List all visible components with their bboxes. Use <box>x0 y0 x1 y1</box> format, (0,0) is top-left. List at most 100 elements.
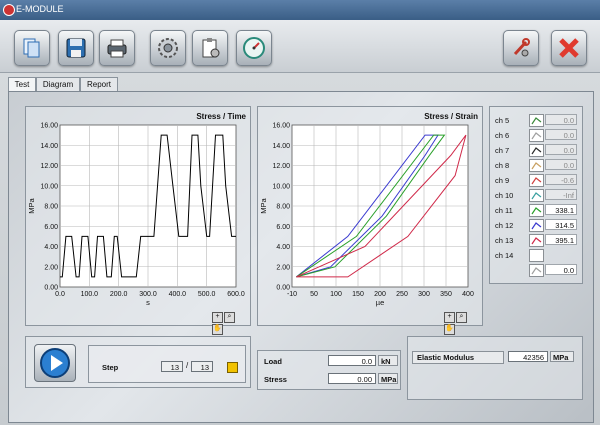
step-separator: / <box>186 361 189 370</box>
y-tick-label: 6.00 <box>44 224 58 231</box>
channel-curve-swatch-icon[interactable] <box>529 129 544 142</box>
elastic-modulus-value: 42356 <box>508 351 548 362</box>
channel-label: ch 9 <box>495 176 510 185</box>
elastic-modulus-label-box: Elastic Modulus <box>412 351 504 364</box>
channel-curve-swatch-icon[interactable] <box>529 159 544 172</box>
channel-curve-swatch-icon[interactable] <box>529 204 544 217</box>
stress-unit: MPa <box>378 373 398 384</box>
y-axis-label: MPa <box>27 197 36 213</box>
wrench-settings-icon <box>513 38 530 57</box>
channel-curve-swatch-icon[interactable] <box>529 249 544 262</box>
test-settings-button[interactable] <box>192 30 228 66</box>
gauge-icon <box>243 37 265 59</box>
window-title: E-MODULE <box>16 4 64 14</box>
tab-diagram[interactable]: Diagram <box>36 77 80 91</box>
channel-row[interactable]: ch 11 338.1 <box>490 203 590 217</box>
channel-value: -0.6 <box>545 174 577 185</box>
exit-button[interactable] <box>551 30 587 66</box>
documents-button[interactable] <box>14 30 50 66</box>
channel-curve-swatch-icon[interactable] <box>529 264 544 277</box>
documents-icon <box>23 38 40 58</box>
readout-panel: Load 0.0 kN Stress 0.00 MPa <box>257 350 401 390</box>
y-tick-label: 2.00 <box>276 264 290 271</box>
y-tick-label: 10.00 <box>40 183 58 190</box>
y-tick-label: 14.00 <box>272 143 290 150</box>
x-tick-label: 400.0 <box>169 291 187 298</box>
channel-curve-swatch-icon[interactable] <box>529 189 544 202</box>
x-tick-label: 200.0 <box>110 291 128 298</box>
channel-label: ch 6 <box>495 131 510 140</box>
status-led <box>227 362 238 373</box>
channel-label: ch 7 <box>495 146 510 155</box>
channel-row[interactable]: ch 5 0.0 <box>490 113 590 127</box>
channel-value: 0.0 <box>545 144 577 155</box>
x-tick-label: -10 <box>287 291 297 298</box>
x-tick-label: 500.0 <box>198 291 216 298</box>
channel-row[interactable]: 0.0 <box>490 263 590 277</box>
channel-value: 0.0 <box>545 114 577 125</box>
load-value: 0.0 <box>328 355 376 366</box>
title-bar: E-MODULE <box>0 0 600 20</box>
stress-time-panel: Stress / Time 0.0 100.0 200.0 300.0 400.0 500… <box>25 106 251 335</box>
channel-curve-swatch-icon[interactable] <box>529 144 544 157</box>
y-tick-label: 16.00 <box>40 123 58 130</box>
y-tick-label: 4.00 <box>44 244 58 251</box>
settings-button[interactable] <box>150 30 186 66</box>
x-tick-label: 250 <box>396 291 408 298</box>
tab-report[interactable]: Report <box>80 77 118 91</box>
y-tick-label: 0.00 <box>276 285 290 292</box>
channel-curve-swatch-icon[interactable] <box>529 174 544 187</box>
channel-label: ch 8 <box>495 161 510 170</box>
save-button[interactable] <box>58 30 94 66</box>
y-axis-label: MPa <box>259 197 268 213</box>
y-tick-label: 0.00 <box>44 285 58 292</box>
clipboard-settings-icon <box>202 38 220 58</box>
step-current-field: 13 <box>161 361 183 372</box>
channel-value: 338.1 <box>545 204 577 215</box>
x-tick-label: 400 <box>462 291 474 298</box>
x-tick-label: 200 <box>374 291 386 298</box>
x-tick-label: 100.0 <box>81 291 99 298</box>
channel-row[interactable]: ch 10 -Inf <box>490 188 590 202</box>
x-tick-label: 100 <box>330 291 342 298</box>
printer-icon <box>107 39 127 58</box>
y-tick-label: 12.00 <box>272 163 290 170</box>
stress-time-zoom-tools[interactable]: + ⌕✋ <box>212 311 244 335</box>
channel-curve-swatch-icon[interactable] <box>529 219 544 232</box>
step-group: Step 13 / 13 <box>88 345 246 383</box>
channel-label: ch 11 <box>495 206 513 215</box>
print-button[interactable] <box>99 30 135 66</box>
channel-row[interactable]: ch 8 0.0 <box>490 158 590 172</box>
stress-time-chart: 0.0 100.0 200.0 300.0 400.0 500.0 600.0 0.00 2.0… <box>27 123 245 308</box>
channel-label: ch 5 <box>495 116 510 125</box>
x-tick-label: 300 <box>418 291 430 298</box>
channel-row[interactable]: ch 14 <box>490 248 590 262</box>
start-button[interactable] <box>34 344 76 382</box>
y-tick-label: 16.00 <box>272 123 290 130</box>
stress-value: 0.00 <box>328 373 376 384</box>
channel-value: 314.5 <box>545 219 577 230</box>
channel-row[interactable]: ch 12 314.5 <box>490 218 590 232</box>
channel-row[interactable]: ch 13 395.1 <box>490 233 590 247</box>
stress-strain-zoom-tools[interactable]: + ⌕✋ <box>444 311 476 335</box>
x-tick-label: 50 <box>310 291 318 298</box>
x-axis-label: µe <box>376 298 385 307</box>
channel-list: ch 5 0.0 ch 6 0.0 ch 7 0.0 ch 8 0.0 ch 9 -0.6 ch 1… <box>489 106 583 284</box>
x-axis-label: s <box>146 298 150 307</box>
run-panel: Step 13 / 13 <box>25 336 251 388</box>
channel-label: ch 13 <box>495 236 514 245</box>
channel-row[interactable]: ch 7 0.0 <box>490 143 590 157</box>
y-tick-label: 4.00 <box>276 244 290 251</box>
channel-curve-swatch-icon[interactable] <box>529 114 544 127</box>
channel-value: 0.0 <box>545 264 577 275</box>
result-panel: Elastic Modulus 42356 MPa <box>407 336 583 400</box>
channel-row[interactable]: ch 9 -0.6 <box>490 173 590 187</box>
tools-button[interactable] <box>503 30 539 66</box>
channel-value: 0.0 <box>545 129 577 140</box>
channel-row[interactable]: ch 6 0.0 <box>490 128 590 142</box>
channel-curve-swatch-icon[interactable] <box>529 234 544 247</box>
tab-test[interactable]: Test <box>8 77 36 92</box>
step-total-field: 13 <box>191 361 213 372</box>
gauge-button[interactable] <box>236 30 272 66</box>
y-tick-label: 8.00 <box>276 204 290 211</box>
